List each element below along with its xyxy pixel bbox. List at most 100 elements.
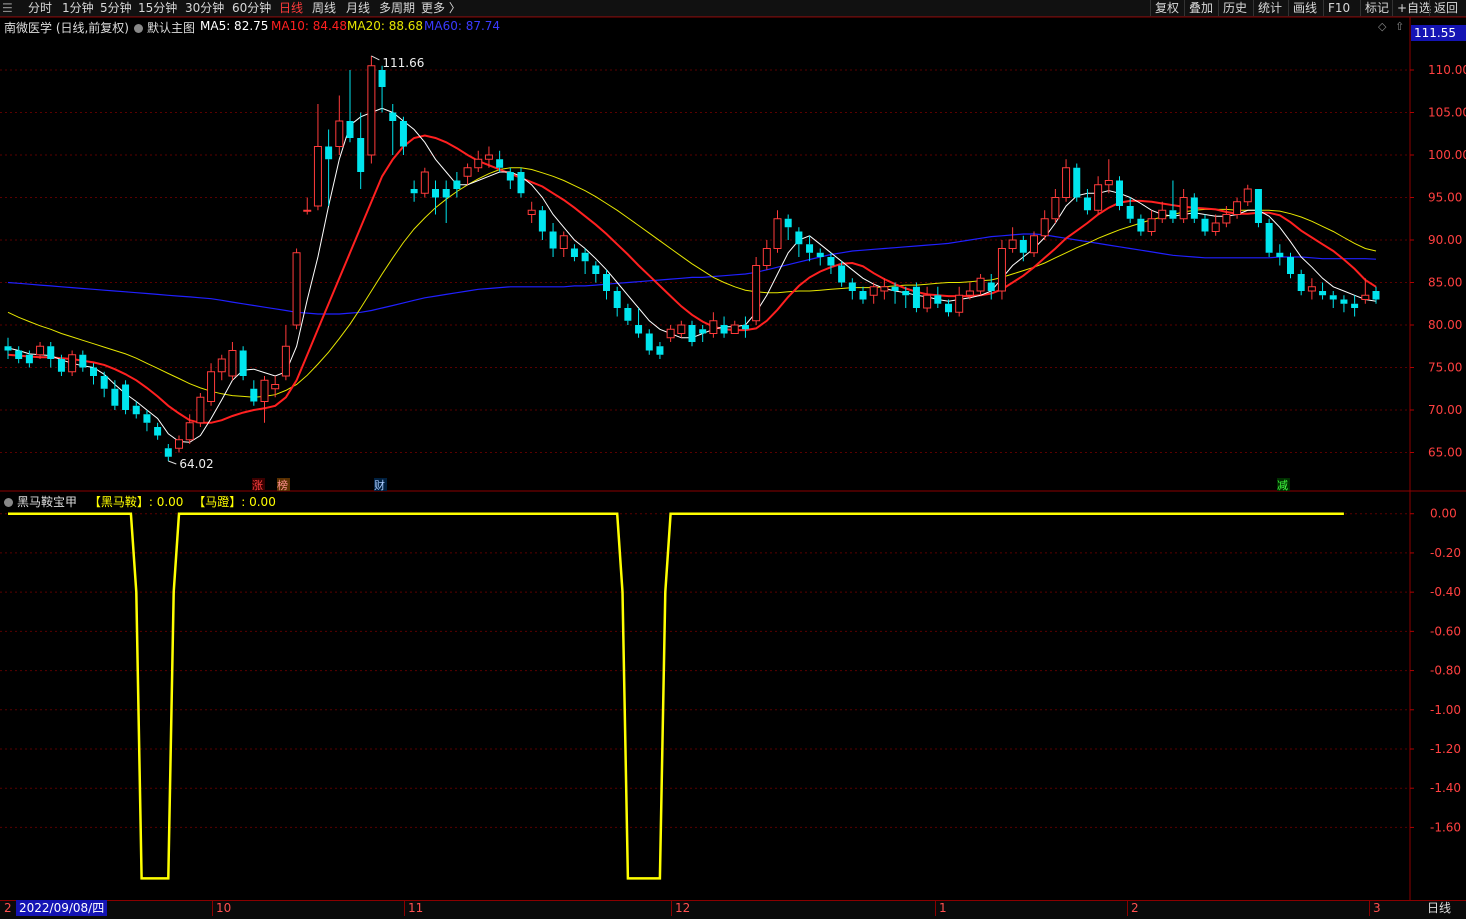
indicator-tick-label: -0.80 — [1430, 664, 1461, 678]
candle — [1040, 210, 1049, 240]
candle — [1340, 295, 1348, 313]
candle — [923, 286, 932, 313]
candle-body-up — [303, 209, 312, 212]
candle-body-down — [848, 282, 856, 291]
candle-body-up — [976, 277, 985, 292]
candle — [1233, 197, 1242, 219]
candle — [1190, 193, 1198, 223]
indicator-tick-label: -1.00 — [1430, 703, 1461, 717]
candle-body-down — [581, 252, 589, 262]
candle — [143, 410, 151, 432]
time-tick-label: 12 — [671, 900, 690, 916]
candle — [656, 342, 664, 359]
candle-body-down — [603, 274, 610, 291]
price-tick-label: 80.00 — [1428, 318, 1462, 332]
candle-body-up — [965, 290, 974, 296]
candle-body-down — [1265, 223, 1273, 253]
indicator-dropdown-icon[interactable] — [4, 498, 13, 507]
candle — [474, 150, 483, 172]
candle-body-down — [389, 112, 397, 121]
candle-body-up — [1307, 286, 1316, 292]
candle — [47, 342, 55, 368]
price-tick-label: 70.00 — [1428, 403, 1462, 417]
candle — [1319, 282, 1327, 300]
candle-body-down — [57, 359, 65, 372]
time-tick-label: 10 — [212, 900, 231, 916]
candle — [1104, 159, 1113, 194]
time-tick-label: 2 — [4, 901, 12, 915]
price-tick-label: 75.00 — [1428, 361, 1462, 375]
candle-body-up — [869, 286, 878, 296]
event-tag[interactable]: 财 — [374, 478, 385, 492]
indicator-name[interactable]: 黑马鞍宝甲 — [17, 495, 77, 509]
candle-body-down — [1340, 299, 1348, 304]
candle — [410, 180, 418, 202]
candle — [784, 214, 792, 240]
candle-body-up — [709, 320, 718, 334]
candle — [303, 197, 312, 215]
candle-body-up — [1179, 197, 1188, 220]
candle-body-up — [1040, 218, 1049, 237]
candle-body-down — [506, 172, 514, 181]
candle — [570, 244, 578, 262]
period-label[interactable]: 日线 — [1414, 900, 1464, 916]
candle — [912, 282, 920, 313]
candle — [1169, 180, 1177, 223]
candle-body-down — [912, 286, 920, 308]
low-price-label: 64.02 — [179, 457, 213, 471]
candle — [997, 240, 1006, 300]
indicator-tick-label: -0.40 — [1430, 585, 1461, 599]
candle — [603, 269, 610, 300]
candle-body-down — [1201, 218, 1209, 232]
candle — [741, 316, 749, 338]
price-tick-label: 100.00 — [1428, 148, 1466, 162]
candle-body-down — [239, 350, 247, 376]
candle — [281, 325, 290, 381]
candle — [1201, 214, 1209, 236]
candle — [806, 235, 814, 262]
candle-body-down — [838, 265, 846, 283]
candle-body-down — [453, 180, 461, 189]
candle — [292, 248, 301, 330]
candle-body-up — [420, 171, 429, 194]
time-tick-label: 2 — [1127, 900, 1139, 916]
candle-body-up — [666, 328, 675, 339]
candle — [1243, 184, 1252, 206]
candle — [538, 206, 546, 240]
candle-body-up — [228, 350, 237, 377]
event-tag[interactable]: 榜 — [277, 478, 288, 492]
candle-body-down — [741, 325, 749, 330]
indicator-line2: 【马蹬】: 0.00 — [193, 495, 276, 509]
event-tag[interactable]: 涨 — [252, 479, 263, 492]
ma60-line — [7, 233, 1377, 315]
candle — [549, 223, 557, 257]
candle — [709, 312, 718, 338]
candle — [260, 376, 269, 423]
candle — [420, 167, 429, 198]
candle — [217, 354, 226, 381]
candle — [1307, 278, 1316, 300]
candle-body-up — [474, 158, 483, 169]
candle-body-up — [1147, 218, 1156, 232]
candle-body-up — [36, 345, 45, 356]
candle-body-down — [688, 325, 696, 342]
candle-body-up — [730, 324, 739, 334]
candle — [720, 316, 728, 338]
indicator-tick-label: 0.00 — [1430, 507, 1457, 521]
candle-body-down — [346, 121, 354, 138]
candle — [1158, 201, 1167, 223]
candle-body-up — [1030, 235, 1038, 254]
event-tag[interactable]: 减 — [1277, 479, 1288, 492]
candle-body-up — [997, 248, 1006, 292]
kline-chart[interactable]: 65.0070.0075.0080.0085.0090.0095.00100.0… — [0, 0, 1466, 918]
candle — [762, 240, 771, 270]
indicator-title: 黑马鞍宝甲 【黑马鞍】: 0.00 【马蹬】: 0.00 — [4, 493, 276, 510]
candle-body-down — [1254, 189, 1262, 223]
candle — [581, 248, 589, 274]
indicator-tick-label: -0.20 — [1430, 546, 1461, 560]
candle-body-down — [699, 329, 707, 334]
candle — [773, 210, 782, 253]
candle-body-down — [47, 346, 55, 359]
candle-body-down — [410, 189, 418, 194]
candle — [196, 393, 205, 427]
